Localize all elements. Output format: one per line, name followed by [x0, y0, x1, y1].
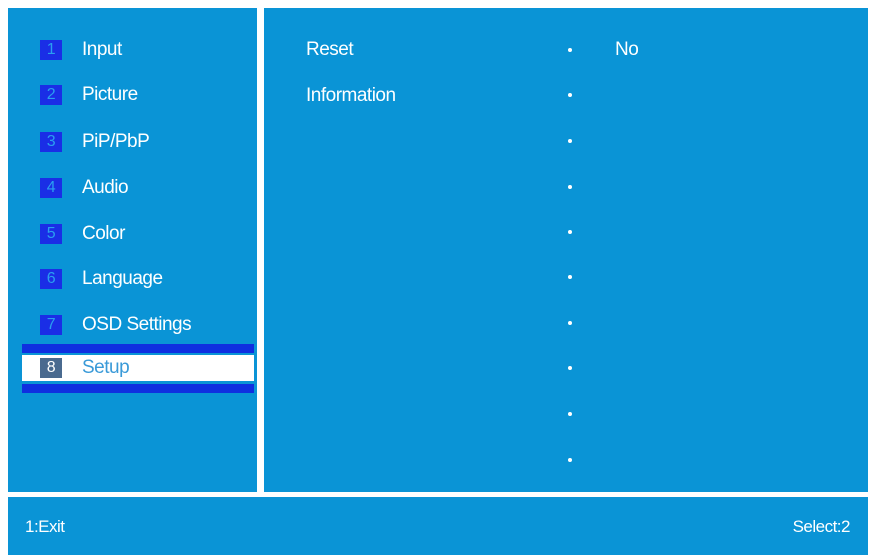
menu-item-audio[interactable]: 4 Audio [22, 175, 244, 201]
exit-hint: 1:Exit [25, 517, 65, 536]
row-dot [568, 230, 572, 234]
row-dot [568, 412, 572, 416]
menu-item-osd-settings[interactable]: 7 OSD Settings [22, 312, 244, 338]
osd-footer: 1:Exit Select:2 [8, 497, 868, 555]
menu-item-number: 4 [40, 178, 62, 198]
reset-label[interactable]: Reset [306, 39, 354, 61]
menu-item-label: Input [82, 39, 122, 60]
menu-item-number: 1 [40, 40, 62, 60]
menu-item-pip-pbp[interactable]: 3 PiP/PbP [22, 129, 244, 155]
menu-item-label: PiP/PbP [82, 131, 150, 152]
osd-main-menu: 1 Input 2 Picture 3 PiP/PbP 4 Audio 5 Co… [8, 8, 257, 492]
menu-item-label: Language [82, 268, 163, 289]
select-hint: Select:2 [792, 517, 851, 536]
selection-bar-top [22, 344, 254, 353]
reset-value[interactable]: No [615, 39, 639, 61]
menu-item-input[interactable]: 1 Input [22, 37, 244, 63]
row-dot [568, 185, 572, 189]
information-label[interactable]: Information [306, 85, 396, 107]
menu-item-picture[interactable]: 2 Picture [22, 82, 244, 108]
row-dot [568, 48, 572, 52]
row-dot [568, 139, 572, 143]
menu-item-label: OSD Settings [82, 314, 192, 335]
menu-item-label: Setup [82, 357, 130, 378]
menu-item-number: 7 [40, 315, 62, 335]
row-dot [568, 275, 572, 279]
menu-item-color[interactable]: 5 Color [22, 221, 244, 247]
menu-item-number: 6 [40, 269, 62, 289]
row-dot [568, 321, 572, 325]
menu-item-number: 2 [40, 85, 62, 105]
row-dot [568, 366, 572, 370]
row-dot [568, 93, 572, 97]
menu-item-number: 8 [40, 358, 62, 378]
row-dot [568, 458, 572, 462]
selection-bar-bottom [22, 384, 254, 393]
menu-item-number: 3 [40, 132, 62, 152]
menu-item-label: Color [82, 223, 125, 244]
menu-item-language[interactable]: 6 Language [22, 266, 244, 292]
menu-item-label: Picture [82, 84, 138, 105]
setup-submenu: Reset No Information [264, 8, 868, 492]
menu-item-number: 5 [40, 224, 62, 244]
menu-item-setup[interactable]: 8 Setup [22, 355, 254, 381]
menu-item-label: Audio [82, 177, 129, 198]
